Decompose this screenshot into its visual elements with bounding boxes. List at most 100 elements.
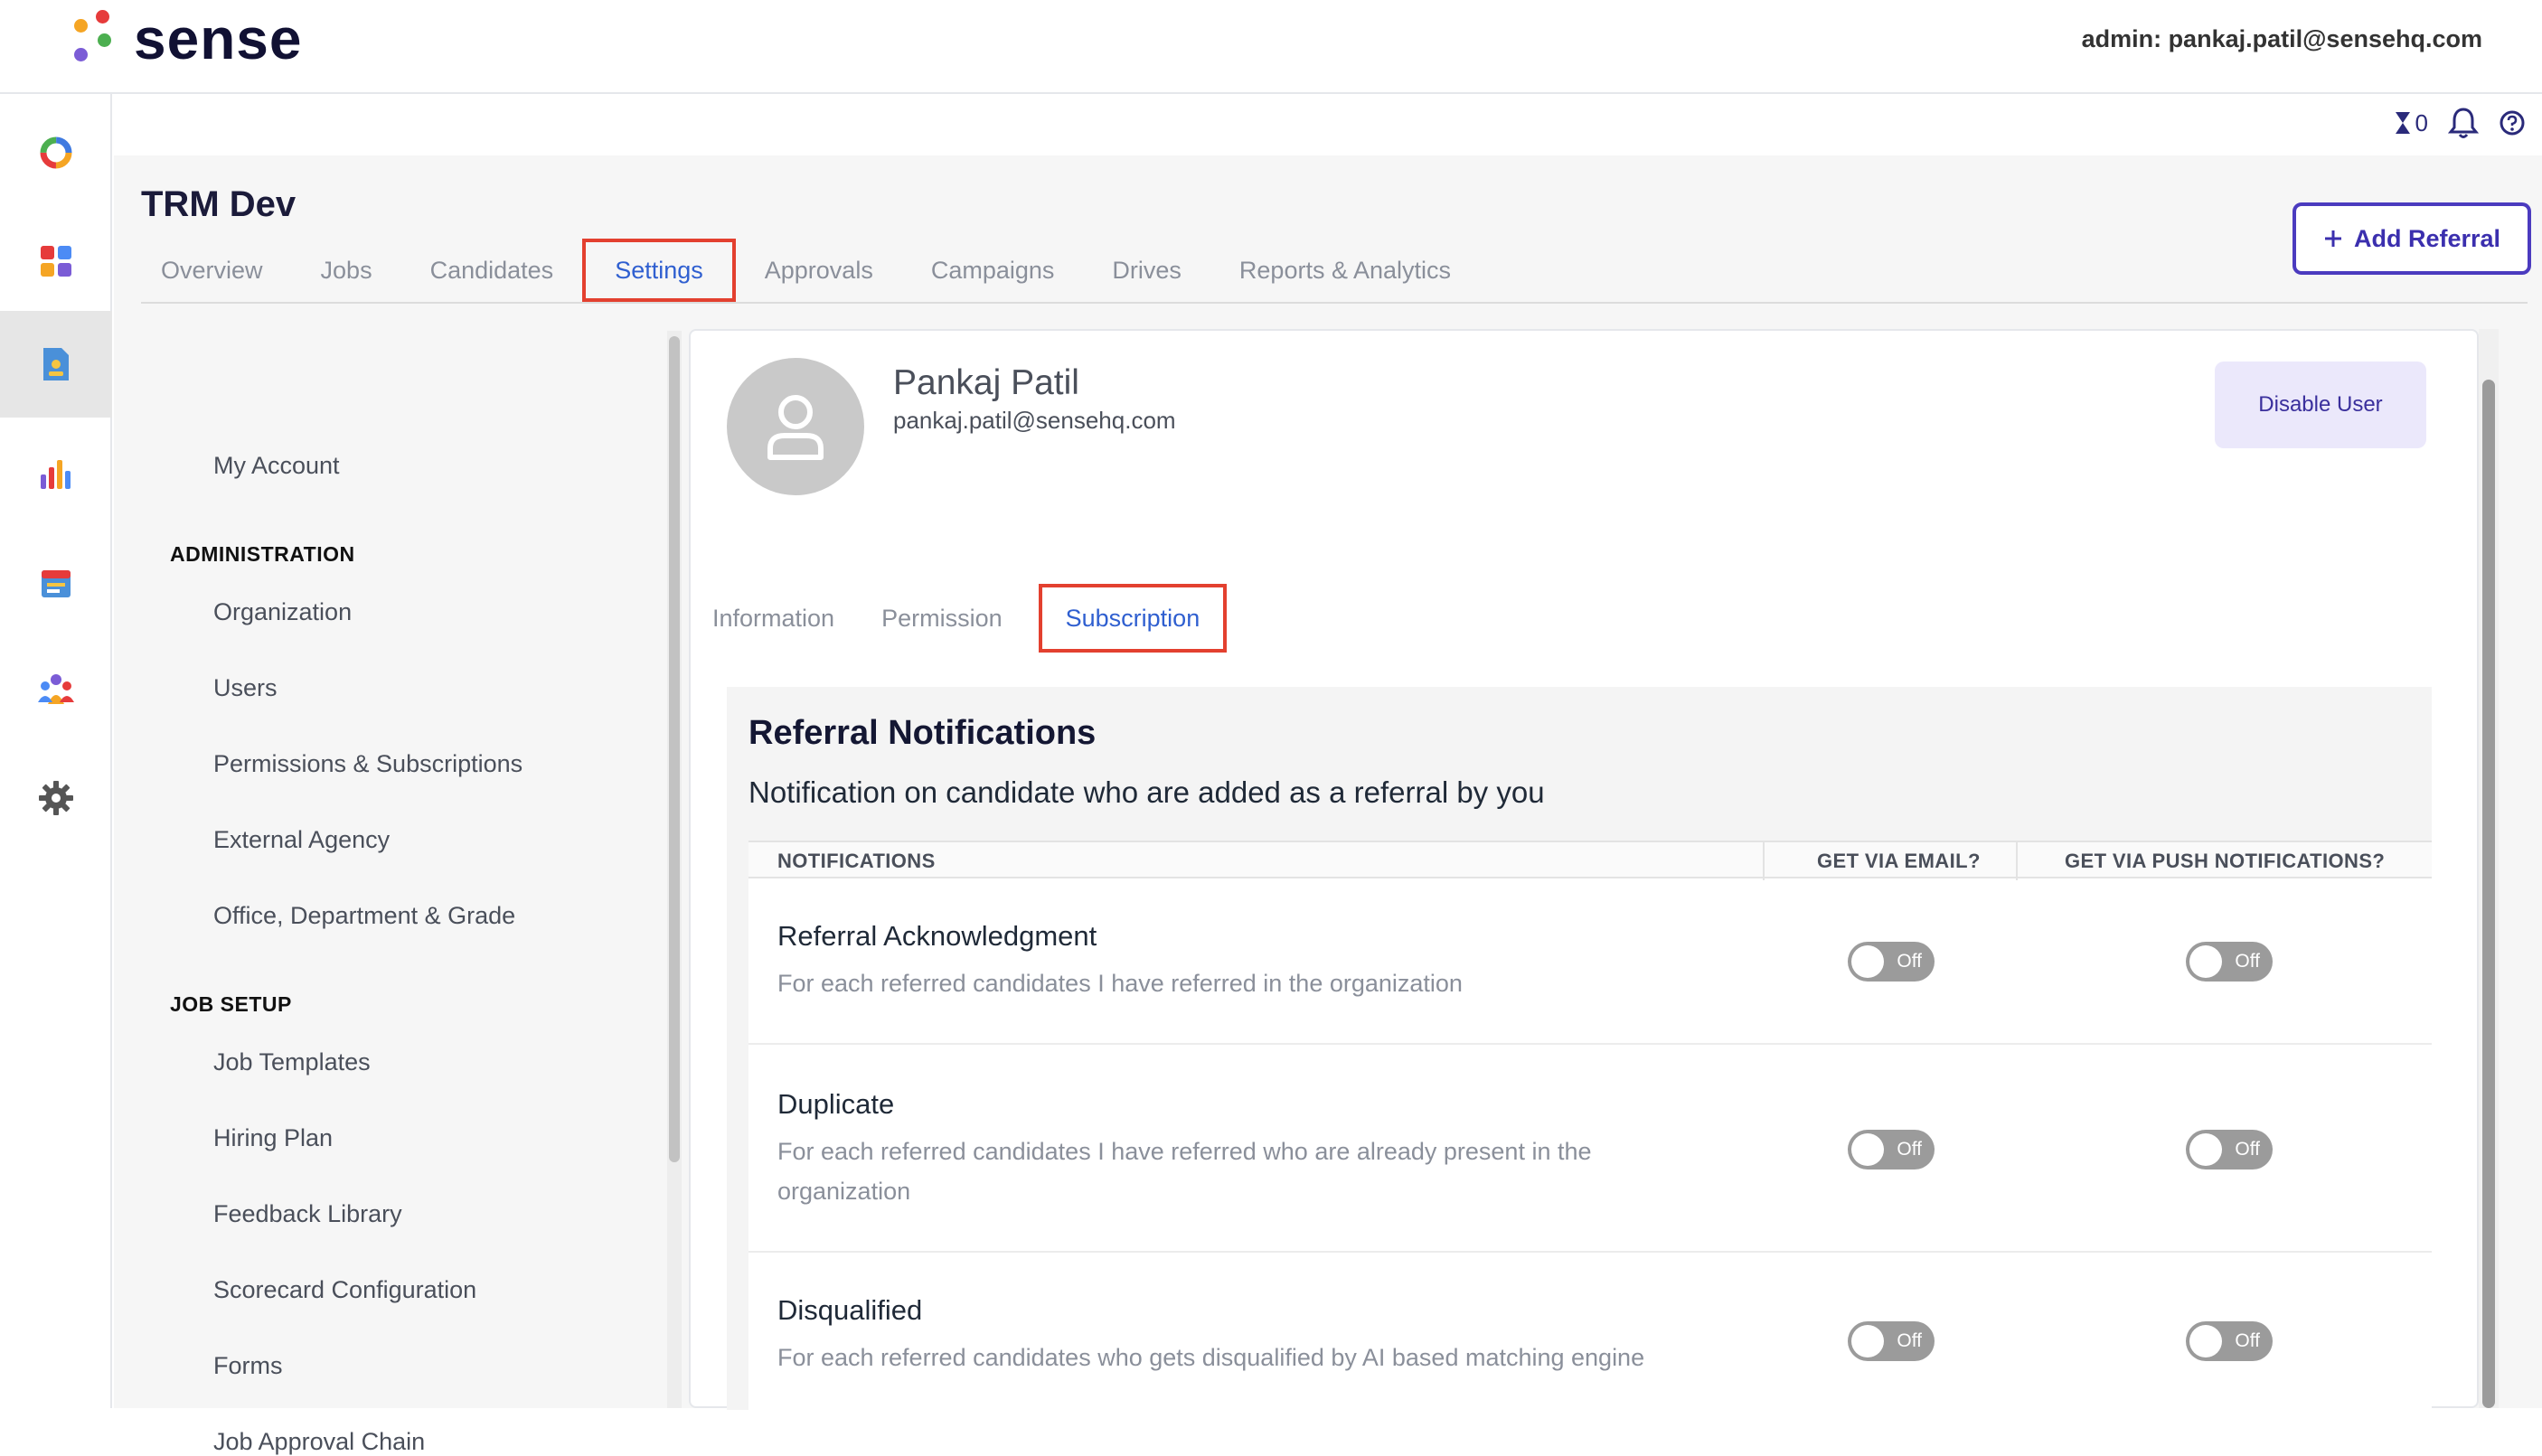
settings-sidebar-scroll-thumb[interactable] [669,336,680,1162]
job-setup-heading: JOB SETUP [170,992,292,1016]
toggle-knob [1851,1133,1884,1166]
administration-heading: ADMINISTRATION [170,542,355,566]
left-icon-rail [0,94,112,1408]
user-icon [767,395,824,460]
settings-item-forms[interactable]: Forms [213,1352,283,1380]
logo-dots-icon [71,10,114,68]
settings-item-organization[interactable]: Organization [213,598,352,626]
table-header: NOTIFICATIONS GET VIA EMAIL? GET VIA PUS… [748,841,2432,880]
email-toggle[interactable]: Off [1848,942,1935,982]
rail-item-people[interactable] [0,636,112,743]
push-toggle[interactable]: Off [2186,1321,2273,1361]
toggle-state: Off [2235,951,2260,972]
utility-icons: 0 [2394,107,2526,139]
tab-approvals[interactable]: Approvals [736,239,902,302]
column-push: GET VIA PUSH NOTIFICATIONS? [2065,850,2386,872]
row-description: For each referred candidates who gets di… [777,1344,1645,1371]
settings-item-feedback-library[interactable]: Feedback Library [213,1200,402,1228]
toggle-knob [2189,1133,2222,1166]
referral-document-icon [43,348,69,380]
admin-account-label[interactable]: admin: pankaj.patil@sensehq.com [2082,25,2482,53]
notifications-table: NOTIFICATIONS GET VIA EMAIL? GET VIA PUS… [748,841,2432,1410]
settings-item-permissions-subscriptions[interactable]: Permissions & Subscriptions [213,750,523,778]
rail-item-analytics[interactable] [0,421,112,528]
push-toggle[interactable]: Off [2186,942,2273,982]
tab-settings[interactable]: Settings [582,239,736,302]
toggle-state: Off [1897,951,1922,972]
rail-item-settings[interactable] [0,745,112,851]
rail-item-dashboard[interactable] [0,99,112,206]
tab-subscription[interactable]: Subscription [1038,584,1228,653]
column-email: GET VIA EMAIL? [1817,850,1981,872]
table-row: Disqualified For each referred candidate… [748,1254,2432,1410]
settings-item-external-agency[interactable]: External Agency [213,826,390,854]
table-row: Duplicate For each referred candidates I… [748,1047,2432,1253]
bell-icon[interactable] [2448,107,2479,139]
tab-campaigns[interactable]: Campaigns [902,239,1084,302]
settings-item-hiring-plan[interactable]: Hiring Plan [213,1124,333,1152]
user-sub-tabs: Information Permission Subscription [712,584,1228,653]
settings-sidebar: My Account ADMINISTRATION Organization U… [141,331,647,1455]
section-subtitle: Notification on candidate who are added … [748,775,1545,809]
rail-item-calendar[interactable] [0,530,112,636]
rail-item-referrals[interactable] [0,311,112,418]
disable-user-button[interactable]: Disable User [2215,362,2426,448]
email-toggle[interactable]: Off [1848,1130,1935,1169]
nav-divider [141,302,2528,304]
settings-item-scorecard-configuration[interactable]: Scorecard Configuration [213,1276,476,1304]
column-divider [1763,842,1765,880]
toggle-state: Off [1897,1139,1922,1160]
tab-jobs[interactable]: Jobs [292,239,401,302]
page-title: TRM Dev [141,184,297,224]
sense-logo[interactable]: sense [71,5,302,72]
timer-count: 0 [2415,108,2428,136]
tab-permission[interactable]: Permission [858,584,1026,653]
email-toggle[interactable]: Off [1848,1321,1935,1361]
hourglass-icon [2395,112,2410,134]
row-description: For each referred candidates I have refe… [777,1138,1592,1205]
row-title: Duplicate [777,1088,895,1120]
avatar [727,358,864,495]
toggle-state: Off [1897,1330,1922,1351]
push-toggle[interactable]: Off [2186,1130,2273,1169]
user-name: Pankaj Patil [893,363,1079,402]
gear-icon [39,781,73,815]
tab-information[interactable]: Information [712,584,858,653]
row-title: Disqualified [777,1294,923,1326]
toggle-state: Off [2235,1139,2260,1160]
apps-grid-icon [41,246,71,277]
user-email: pankaj.patil@sensehq.com [893,407,1176,434]
row-title: Referral Acknowledgment [777,920,1097,952]
section-title: Referral Notifications [748,714,1097,752]
column-divider [2016,842,2018,880]
calendar-icon [42,570,71,597]
tab-overview[interactable]: Overview [141,239,292,302]
bar-chart-icon [41,460,71,489]
row-description: For each referred candidates I have refe… [777,970,1463,997]
add-referral-button[interactable]: Add Referral [2293,202,2531,275]
plus-icon [2324,230,2341,247]
rail-item-apps[interactable] [0,208,112,315]
table-row: Referral Acknowledgment For each referre… [748,878,2432,1045]
add-referral-label: Add Referral [2353,224,2501,252]
referral-notifications-section: Referral Notifications Notification on c… [727,687,2432,1410]
settings-item-users[interactable]: Users [213,674,278,702]
help-icon[interactable] [2499,109,2526,136]
dashboard-ring-icon [40,136,72,169]
tab-candidates[interactable]: Candidates [401,239,583,302]
people-icon [38,674,74,704]
settings-item-job-approval-chain[interactable]: Job Approval Chain [213,1428,425,1456]
tab-drives[interactable]: Drives [1083,239,1210,302]
tab-reports-analytics[interactable]: Reports & Analytics [1210,239,1480,302]
settings-item-my-account[interactable]: My Account [213,452,340,480]
toggle-knob [2189,945,2222,978]
settings-item-office-department-grade[interactable]: Office, Department & Grade [213,902,515,930]
pending-timer[interactable]: 0 [2394,109,2428,137]
brand-name: sense [134,6,303,71]
toggle-state: Off [2235,1330,2260,1351]
main-nav-tabs: Overview Jobs Candidates Settings Approv… [141,239,1480,302]
settings-item-job-templates[interactable]: Job Templates [213,1048,371,1076]
content-scroll-thumb[interactable] [2482,380,2495,1408]
toggle-knob [2189,1325,2222,1357]
toggle-knob [1851,1325,1884,1357]
